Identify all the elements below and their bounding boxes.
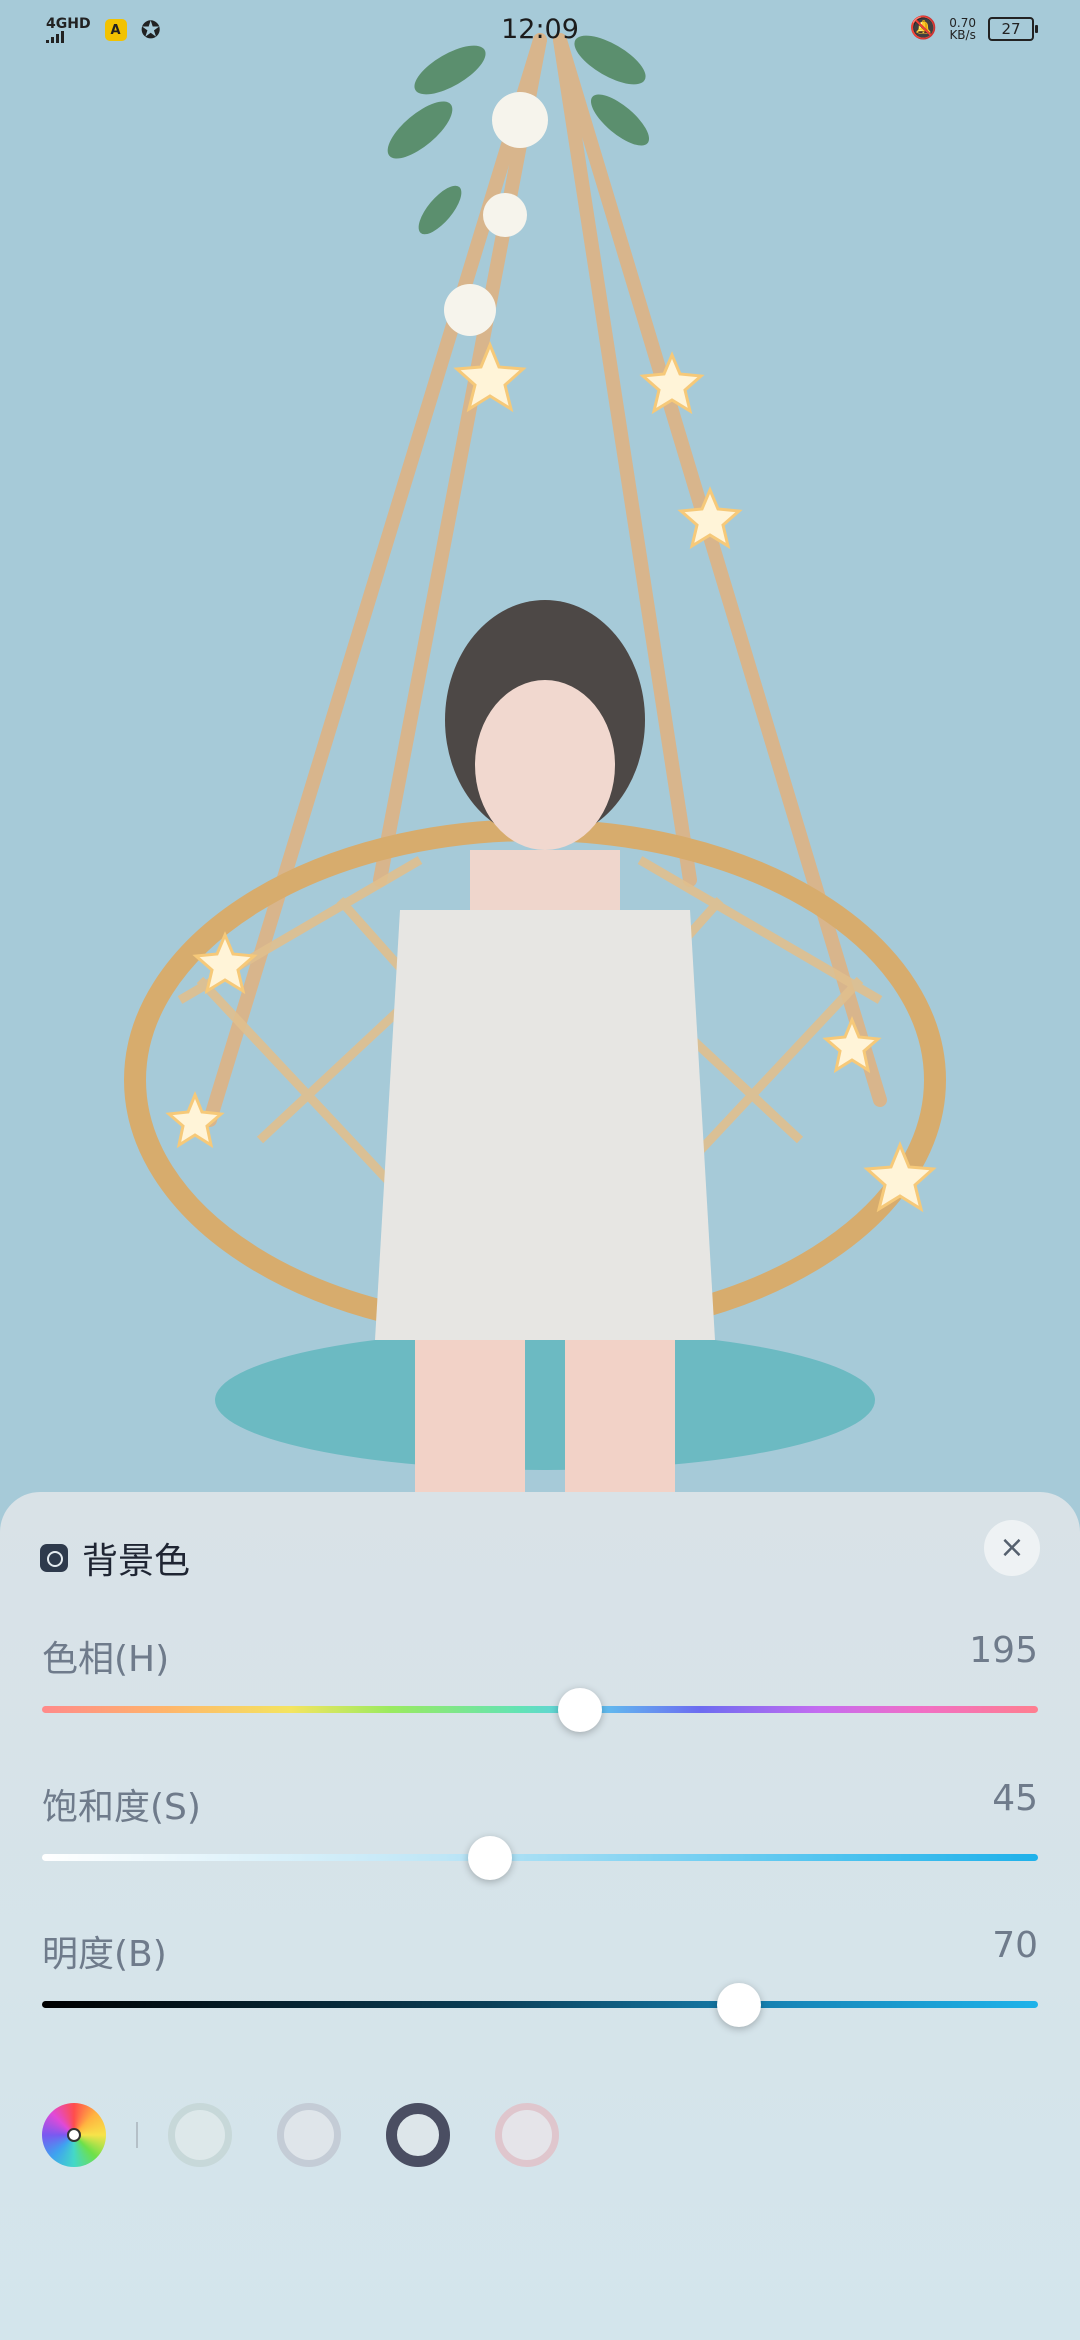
scene-illustration xyxy=(124,33,946,1500)
brightness-track[interactable] xyxy=(42,2001,1038,2008)
preset-swatches xyxy=(42,2100,604,2170)
hue-thumb[interactable] xyxy=(557,1688,602,1732)
divider xyxy=(136,2122,138,2148)
saturation-label: 饱和度(S) xyxy=(42,1787,201,1828)
hue-track[interactable] xyxy=(42,1706,1038,1713)
mute-bell-icon: 🔕 xyxy=(909,16,938,41)
network-speed-unit: KB/s xyxy=(949,27,976,42)
swatch-dark-navy[interactable] xyxy=(386,2103,450,2167)
brightness-thumb[interactable] xyxy=(717,1983,762,2027)
palette-icon xyxy=(40,1544,68,1572)
close-button[interactable]: × xyxy=(984,1520,1040,1576)
network-speed-value: 0.70 xyxy=(949,15,976,30)
network-speed: 0.70 KB/s xyxy=(949,17,976,41)
hue-value: 195 xyxy=(969,1630,1038,1671)
swatch-light-gray[interactable] xyxy=(277,2103,341,2167)
status-right: 🔕 0.70 KB/s 27 xyxy=(909,16,1038,41)
swatch-light-pink[interactable] xyxy=(495,2103,559,2167)
hue-label: 色相(H) xyxy=(42,1639,170,1680)
saturation-track[interactable] xyxy=(42,1854,1038,1861)
color-wheel-icon[interactable] xyxy=(42,2103,106,2167)
battery-icon: 27 xyxy=(988,16,1038,41)
cushion xyxy=(215,1330,875,1470)
brightness-value: 70 xyxy=(992,1925,1038,1966)
swatch-light-sage[interactable] xyxy=(168,2103,232,2167)
background-color-panel: 背景色 × 色相(H) 195 饱和度(S) 45 明度(B) 70 xyxy=(0,1492,1080,2340)
saturation-value: 45 xyxy=(992,1778,1038,1819)
panel-title: 背景色 xyxy=(82,1541,191,1582)
panel-header: 背景色 xyxy=(40,1530,190,1586)
brightness-label: 明度(B) xyxy=(42,1934,167,1975)
status-bar: 4GHD A ✪ 12:09 🔕 0.70 KB/s 27 xyxy=(0,0,1080,60)
saturation-thumb[interactable] xyxy=(468,1836,513,1880)
